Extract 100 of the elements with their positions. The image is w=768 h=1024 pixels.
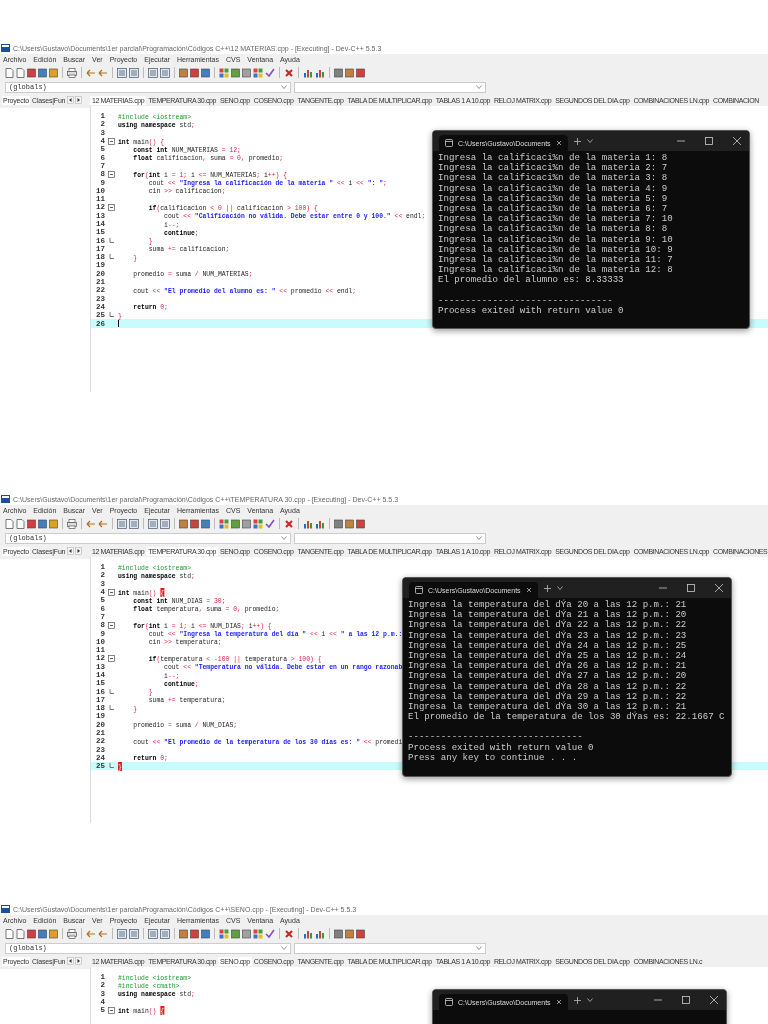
bar-chart-icon[interactable] [315,928,325,939]
arrow-icon[interactable] [86,518,96,529]
bar-chart-icon[interactable] [303,67,313,78]
grid-icon[interactable] [253,67,263,78]
page-icon[interactable] [16,518,25,529]
maximize-icon[interactable] [705,137,713,145]
bar-chart-icon[interactable] [303,928,313,939]
square-icon[interactable] [179,67,188,78]
scroll-right-icon[interactable] [75,957,83,965]
fold-minus-icon[interactable] [108,621,115,629]
cross-icon[interactable] [284,67,294,78]
square-icon[interactable] [345,67,354,78]
square-icon[interactable] [38,67,47,78]
square-icon[interactable] [179,518,188,529]
square-icon[interactable] [49,518,58,529]
arrow-icon[interactable] [98,67,108,78]
grid-icon[interactable] [219,928,229,939]
minimize-icon[interactable] [659,584,667,592]
fold-minus-icon[interactable] [108,170,115,178]
fold-minus-icon[interactable] [108,137,115,145]
square-icon[interactable] [334,518,343,529]
bar-chart-icon[interactable] [315,518,325,529]
square-icon[interactable] [231,928,240,939]
minimize-icon[interactable] [654,996,662,1004]
square-icon[interactable] [38,928,47,939]
square-icon[interactable] [231,67,240,78]
square-icon[interactable] [334,67,343,78]
page-icon[interactable] [16,67,25,78]
square-icon[interactable] [27,928,36,939]
chevron-down-icon[interactable] [476,946,482,950]
page-icon[interactable] [5,67,14,78]
close-icon[interactable] [555,999,562,1005]
close-icon[interactable] [710,996,718,1004]
chevron-down-icon[interactable] [476,85,482,89]
chevron-down-icon[interactable] [281,946,287,950]
close-icon[interactable] [715,584,723,592]
square-icon[interactable] [242,518,251,529]
square-icon[interactable] [356,928,365,939]
maximize-icon[interactable] [682,996,690,1004]
plus-icon[interactable] [543,584,551,592]
chevron-down-icon[interactable] [556,586,563,590]
chevron-down-icon[interactable] [281,536,287,540]
page-icon[interactable] [5,518,14,529]
arrow-icon[interactable] [86,67,96,78]
fold-minus-icon[interactable] [108,588,115,596]
square-icon[interactable] [345,518,354,529]
printer-icon[interactable] [67,518,77,529]
page-icon[interactable] [16,928,25,939]
fold-minus-icon[interactable] [108,203,115,211]
square-icon[interactable] [49,67,58,78]
close-icon[interactable] [555,140,562,146]
square-icon[interactable] [27,67,36,78]
square-icon[interactable] [27,518,36,529]
scroll-right-icon[interactable] [75,96,83,104]
plus-icon[interactable] [573,996,581,1004]
grid-icon[interactable] [219,518,229,529]
scroll-right-icon[interactable] [75,547,83,555]
bar-chart-icon[interactable] [315,67,325,78]
maximize-icon[interactable] [687,584,695,592]
arrow-icon[interactable] [86,928,96,939]
fold-minus-icon[interactable] [108,1006,115,1014]
chevron-down-icon[interactable] [476,536,482,540]
check-icon[interactable] [265,518,275,529]
arrow-icon[interactable] [98,518,108,529]
square-icon[interactable] [49,928,58,939]
grid-icon[interactable] [219,67,229,78]
scroll-left-icon[interactable] [67,547,75,555]
square-icon[interactable] [179,928,188,939]
grid-icon[interactable] [253,518,263,529]
bar-chart-icon[interactable] [303,518,313,529]
square-icon[interactable] [201,928,210,939]
square-icon[interactable] [345,928,354,939]
scroll-left-icon[interactable] [67,96,75,104]
page-icon[interactable] [5,928,14,939]
square-icon[interactable] [356,67,365,78]
square-icon[interactable] [190,518,199,529]
square-icon[interactable] [231,518,240,529]
printer-icon[interactable] [67,67,77,78]
square-icon[interactable] [190,928,199,939]
check-icon[interactable] [265,928,275,939]
close-icon[interactable] [525,587,532,593]
cross-icon[interactable] [284,928,294,939]
square-icon[interactable] [242,928,251,939]
minimize-icon[interactable] [677,137,685,145]
arrow-icon[interactable] [98,928,108,939]
square-icon[interactable] [38,518,47,529]
square-icon[interactable] [356,518,365,529]
chevron-down-icon[interactable] [586,139,593,143]
grid-icon[interactable] [253,928,263,939]
scroll-left-icon[interactable] [67,957,75,965]
square-icon[interactable] [201,67,210,78]
fold-minus-icon[interactable] [108,654,115,662]
square-icon[interactable] [201,518,210,529]
printer-icon[interactable] [67,928,77,939]
square-icon[interactable] [190,67,199,78]
cross-icon[interactable] [284,518,294,529]
square-icon[interactable] [242,67,251,78]
close-icon[interactable] [733,137,741,145]
chevron-down-icon[interactable] [281,85,287,89]
check-icon[interactable] [265,67,275,78]
